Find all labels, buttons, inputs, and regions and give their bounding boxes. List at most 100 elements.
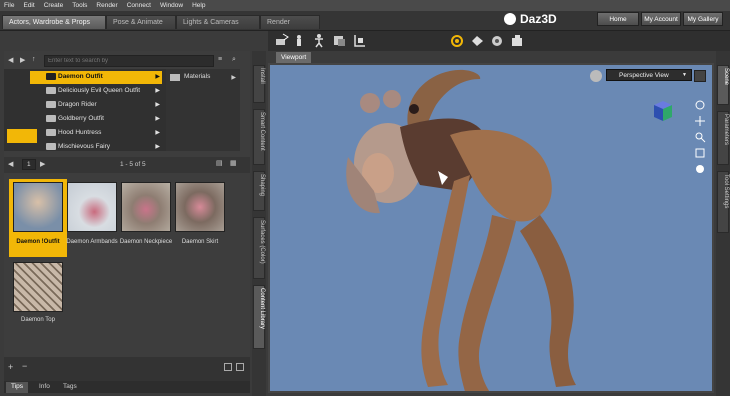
category-tree: Daemon Outfit ▶ Deliciously Evil Queen Ou… xyxy=(4,69,166,151)
menu-file[interactable]: File xyxy=(4,2,14,9)
remove-icon[interactable]: − xyxy=(22,361,27,371)
chevron-right-icon: ▶ xyxy=(155,116,160,122)
content-library-panel: ◀ ▶ ↑ ≡ ⌕ Daemon Outfit ▶ Deliciously Evi… xyxy=(4,51,250,381)
menu-edit[interactable]: Edit xyxy=(23,2,34,9)
copy-icon[interactable] xyxy=(224,363,232,371)
view-cube-icon[interactable] xyxy=(650,97,676,123)
menu-window[interactable]: Window xyxy=(160,2,183,9)
zoom-icon[interactable] xyxy=(694,131,706,143)
tree-item-hood-huntress[interactable]: Hood Huntress ▶ xyxy=(30,127,162,140)
folder-icon xyxy=(46,73,56,80)
active-pose-tool-icon[interactable] xyxy=(312,33,327,48)
tree-item-evil-queen[interactable]: Deliciously Evil Queen Outfit ▶ xyxy=(30,85,162,98)
subtree-item-label: Materials xyxy=(184,73,211,80)
menu-render[interactable]: Render xyxy=(96,2,117,9)
up-arrow-icon[interactable]: ↑ xyxy=(32,56,36,63)
side-tab-tool-settings[interactable]: Tool Settings xyxy=(717,171,729,233)
viewport[interactable]: Perspective View ▼ xyxy=(268,63,714,393)
tab-render[interactable]: Render xyxy=(260,15,320,29)
side-tab-label: Shaping xyxy=(259,174,265,197)
pager-bar: ◀ 1 ▶ 1 - 5 of 5 ▤ ▦ xyxy=(4,157,250,173)
bottom-tabs: Tips Info Tags xyxy=(4,381,250,393)
search-input[interactable] xyxy=(44,55,214,67)
side-tab-parameters[interactable]: Parameters xyxy=(717,111,729,165)
render-settings-icon[interactable] xyxy=(470,33,485,48)
thumbnail-daemon-neckpiece[interactable] xyxy=(121,182,171,232)
iray-preview-icon[interactable] xyxy=(490,33,505,48)
reset-view-icon[interactable] xyxy=(694,163,706,175)
add-icon[interactable]: + xyxy=(8,362,13,372)
item-label-daemon-armbands: Daemon Armbands xyxy=(66,239,118,245)
page-number[interactable]: 1 xyxy=(22,159,36,170)
node-selection-tool-icon[interactable] xyxy=(274,33,289,48)
item-label-daemon-neckpiece: Daemon Neckpiece xyxy=(119,239,173,245)
side-tab-shaping[interactable]: Shaping xyxy=(253,171,265,211)
item-label-daemon-top: Daemon Top xyxy=(21,317,55,323)
prev-page-icon[interactable]: ◀ xyxy=(8,160,13,168)
refresh-icon[interactable] xyxy=(236,363,244,371)
tab-tags[interactable]: Tags xyxy=(58,382,82,393)
my-gallery-button[interactable]: My Gallery xyxy=(683,12,723,26)
forward-arrow-icon[interactable]: ▶ xyxy=(20,56,25,64)
side-tab-surfaces[interactable]: Surfaces (Color) xyxy=(253,217,265,279)
render-tool-icon[interactable] xyxy=(450,33,465,48)
grid-view-icon[interactable]: ▦ xyxy=(230,159,237,167)
tab-info[interactable]: Info xyxy=(34,382,55,393)
side-tab-label: Scene xyxy=(723,68,729,86)
folder-icon xyxy=(46,143,56,150)
thumbnail-daemon-outfit[interactable] xyxy=(13,182,63,232)
tree-item-label: Daemon Outfit xyxy=(58,73,103,80)
menu-connect[interactable]: Connect xyxy=(127,2,151,9)
tree-item-dragon-rider[interactable]: Dragon Rider ▶ xyxy=(30,99,162,112)
side-tab-scene[interactable]: Scene xyxy=(717,65,729,105)
tree-item-goldberry[interactable]: Goldberry Outfit ▶ xyxy=(30,113,162,126)
right-side-tabs: Scene Parameters Tool Settings xyxy=(716,51,730,396)
chevron-right-icon: ▶ xyxy=(155,74,160,80)
tree-item-daemon-outfit[interactable]: Daemon Outfit ▶ xyxy=(30,71,162,84)
back-arrow-icon[interactable]: ◀ xyxy=(8,56,13,64)
universal-tool-icon[interactable] xyxy=(292,33,307,48)
viewport-tab[interactable]: Viewport xyxy=(276,52,312,63)
thumbnail-daemon-armbands[interactable] xyxy=(67,182,117,232)
next-page-icon[interactable]: ▶ xyxy=(40,160,45,168)
subtree-item-materials[interactable]: Materials xyxy=(170,73,211,81)
camera-render-icon[interactable] xyxy=(510,33,525,48)
tree-item-mischievous-fairy[interactable]: Mischievous Fairy ▶ xyxy=(30,141,162,151)
search-row: ◀ ▶ ↑ ≡ ⌕ xyxy=(4,54,250,68)
tab-actors-wardrobe-props[interactable]: Actors, Wardrobe & Props xyxy=(2,15,106,29)
home-button[interactable]: Home xyxy=(597,12,639,26)
folder-icon xyxy=(46,101,56,108)
surface-selection-tool-icon[interactable] xyxy=(332,33,347,48)
tree-item-label: Dragon Rider xyxy=(58,101,97,108)
camera-dropdown[interactable]: Perspective View ▼ xyxy=(606,69,692,81)
side-tab-smart-content[interactable]: Smart Content xyxy=(253,109,265,165)
menu-help[interactable]: Help xyxy=(192,2,205,9)
side-tab-content-library[interactable]: Content Library xyxy=(253,285,265,349)
menu-tools[interactable]: Tools xyxy=(72,2,87,9)
folder-icon xyxy=(46,129,56,136)
transform-tool-icon[interactable] xyxy=(352,33,367,48)
tree-item-label: Goldberry Outfit xyxy=(58,115,104,122)
pan-icon[interactable] xyxy=(694,115,706,127)
chevron-right-icon: ▶ xyxy=(231,75,236,81)
menu-options-icon[interactable]: ≡ xyxy=(218,56,222,63)
view-options-icon[interactable] xyxy=(590,70,602,82)
list-view-icon[interactable]: ▤ xyxy=(216,159,223,167)
thumbnail-daemon-skirt[interactable] xyxy=(175,182,225,232)
thumbnail-daemon-top[interactable] xyxy=(13,262,63,312)
side-tab-install[interactable]: Install xyxy=(253,65,265,103)
daz-logo-icon xyxy=(504,13,516,25)
folder-icon xyxy=(46,115,56,122)
frame-icon[interactable] xyxy=(694,147,706,159)
tab-lights-cameras[interactable]: Lights & Cameras xyxy=(176,15,260,29)
viewport-menu-icon[interactable] xyxy=(694,70,706,82)
chevron-right-icon: ▶ xyxy=(155,102,160,108)
orbit-icon[interactable] xyxy=(694,99,706,111)
my-account-button[interactable]: My Account xyxy=(641,12,681,26)
menu-create[interactable]: Create xyxy=(44,2,64,9)
tab-tips[interactable]: Tips xyxy=(6,382,29,393)
figure-render xyxy=(346,69,576,391)
side-tab-label: Install xyxy=(259,68,265,84)
search-icon[interactable]: ⌕ xyxy=(232,56,236,64)
tab-pose-animate[interactable]: Pose & Animate xyxy=(106,15,176,29)
